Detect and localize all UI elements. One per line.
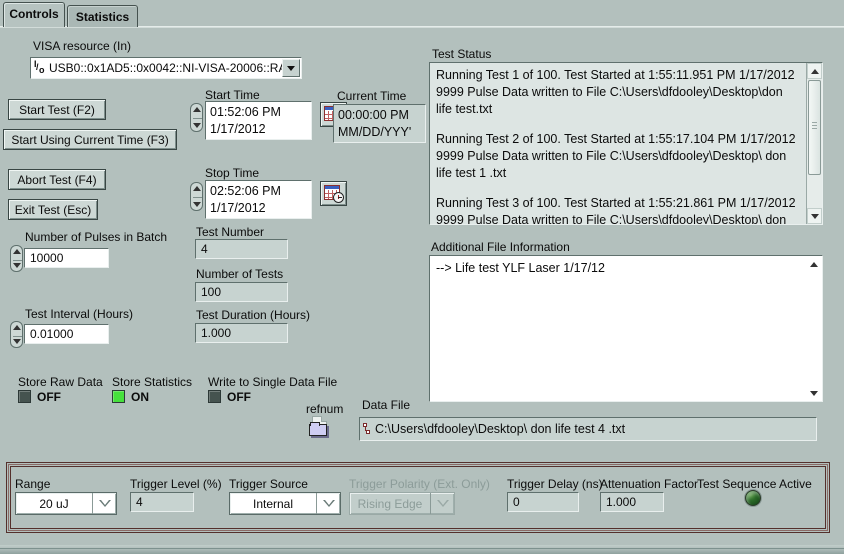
- visa-resource-value: USB0::0x1AD5::0x0042::NI-VISA-20006::RAW: [46, 61, 282, 75]
- data-file-path-field[interactable]: C:\Users\dfdooley\Desktop\ don life test…: [359, 417, 817, 441]
- labview-front-panel: { "tabs": { "controls": "Controls", "sta…: [0, 0, 844, 554]
- current-time-value: 00:00:00 PM: [338, 107, 425, 124]
- data-file-path-value: C:\Users\dfdooley\Desktop\ don life test…: [375, 422, 625, 436]
- range-label: Range: [15, 477, 50, 491]
- store-statistics-toggle[interactable]: [112, 390, 125, 403]
- test-interval-label: Test Interval (Hours): [25, 307, 133, 321]
- additional-info-text: --> Life test YLF Laser 1/17/12: [430, 256, 806, 401]
- store-raw-data-label: Store Raw Data: [18, 375, 103, 389]
- tab-statistics[interactable]: Statistics: [67, 5, 138, 27]
- stop-time-value: 02:52:06 PM: [210, 183, 311, 200]
- stop-time-label: Stop Time: [205, 166, 259, 180]
- scrollbar-thumb[interactable]: [808, 80, 821, 175]
- chevron-down-icon: [99, 500, 111, 507]
- chevron-down-icon: [437, 500, 449, 507]
- test-interval-spinner[interactable]: [10, 321, 23, 348]
- number-of-tests-label: Number of Tests: [196, 267, 283, 281]
- test-sequence-active-label: Test Sequence Active: [697, 477, 812, 491]
- stop-time-spinner[interactable]: [190, 182, 203, 211]
- scroll-up-icon[interactable]: [807, 63, 822, 79]
- attenuation-factor-field[interactable]: 1.000: [600, 492, 664, 512]
- trigger-source-dropdown[interactable]: Internal: [229, 492, 341, 515]
- current-time-field: 00:00:00 PM MM/DD/YYY': [333, 104, 426, 143]
- trigger-polarity-label: Trigger Polarity (Ext. Only): [349, 477, 490, 491]
- status-entry: Running Test 1 of 100. Test Started at 1…: [436, 67, 802, 118]
- trigger-delay-field[interactable]: 0: [507, 492, 579, 512]
- test-status-text: Running Test 1 of 100. Test Started at 1…: [430, 63, 806, 224]
- current-time-label: Current Time: [337, 89, 406, 103]
- trigger-delay-label: Trigger Delay (ns): [507, 477, 603, 491]
- stop-date-value: 1/17/2012: [210, 200, 311, 217]
- test-status-box[interactable]: Running Test 1 of 100. Test Started at 1…: [429, 62, 823, 225]
- start-test-button[interactable]: Start Test (F2): [8, 99, 106, 120]
- start-time-value: 01:52:06 PM: [210, 104, 311, 121]
- current-date-value: MM/DD/YYY': [338, 124, 425, 141]
- start-time-label: Start Time: [205, 88, 260, 102]
- trigger-level-field[interactable]: 4: [130, 492, 194, 512]
- tab-controls[interactable]: Controls: [3, 2, 65, 27]
- visa-resource-combo[interactable]: I/o USB0::0x1AD5::0x0042::NI-VISA-20006:…: [30, 57, 302, 79]
- scroll-up-icon[interactable]: [806, 256, 822, 272]
- window-bottom-strip: [0, 545, 844, 554]
- start-current-time-button[interactable]: Start Using Current Time (F3): [3, 129, 177, 150]
- store-statistics-state: ON: [131, 390, 149, 404]
- write-single-file-state: OFF: [227, 390, 251, 404]
- number-of-tests-field: 100: [195, 282, 288, 302]
- trigger-polarity-dropdown: Rising Edge: [349, 492, 455, 515]
- range-value: 20 uJ: [16, 493, 92, 514]
- pulses-in-batch-spinner[interactable]: [10, 245, 23, 272]
- data-file-label: Data File: [362, 398, 410, 412]
- test-status-scrollbar[interactable]: [806, 63, 822, 224]
- test-interval-field[interactable]: 0.01000: [24, 324, 109, 344]
- attenuation-factor-label: Attenuation Factor: [600, 477, 698, 491]
- stop-time-calendar-button[interactable]: [320, 181, 347, 206]
- start-time-spinner[interactable]: [190, 103, 203, 132]
- trigger-source-dropdown-button[interactable]: [316, 493, 340, 514]
- chevron-down-icon: [287, 66, 295, 71]
- write-single-file-label: Write to Single Data File: [208, 375, 337, 389]
- range-dropdown-button[interactable]: [92, 493, 116, 514]
- test-sequence-active-led: [745, 490, 761, 506]
- refnum-label: refnum: [306, 402, 343, 416]
- store-statistics-label: Store Statistics: [112, 375, 192, 389]
- additional-info-label: Additional File Information: [431, 240, 570, 254]
- trigger-polarity-value: Rising Edge: [350, 493, 430, 514]
- io-icon: I/o: [33, 60, 46, 76]
- visa-dropdown-button[interactable]: [282, 59, 300, 77]
- write-single-file-toggle[interactable]: [208, 390, 221, 403]
- test-duration-field: 1.000: [195, 323, 288, 343]
- start-date-value: 1/17/2012: [210, 121, 311, 138]
- file-refnum-icon[interactable]: [309, 416, 333, 442]
- scroll-down-icon[interactable]: [807, 208, 822, 224]
- store-raw-data-toggle[interactable]: [18, 390, 31, 403]
- exit-test-button[interactable]: Exit Test (Esc): [8, 199, 98, 220]
- test-status-label: Test Status: [432, 47, 491, 61]
- scroll-down-icon[interactable]: [806, 385, 822, 401]
- range-dropdown[interactable]: 20 uJ: [15, 492, 117, 515]
- clock-icon: [333, 192, 344, 203]
- store-raw-data-state: OFF: [37, 390, 61, 404]
- test-number-label: Test Number: [196, 225, 264, 239]
- trigger-level-label: Trigger Level (%): [130, 477, 222, 491]
- status-entry: Running Test 3 of 100. Test Started at 1…: [436, 195, 802, 224]
- trigger-source-label: Trigger Source: [229, 477, 308, 491]
- status-entry: Running Test 2 of 100. Test Started at 1…: [436, 131, 802, 182]
- visa-resource-label: VISA resource (In): [33, 39, 131, 53]
- chevron-down-icon: [323, 500, 335, 507]
- trigger-settings-panel: Range 20 uJ Trigger Level (%) 4 Trigger …: [6, 462, 830, 533]
- trigger-polarity-dropdown-button: [430, 493, 454, 514]
- additional-info-scrollbar[interactable]: [806, 256, 822, 401]
- path-icon: [363, 422, 373, 436]
- test-duration-label: Test Duration (Hours): [196, 308, 310, 322]
- test-number-field: 4: [195, 239, 288, 259]
- pulses-in-batch-field[interactable]: 10000: [24, 248, 109, 268]
- trigger-source-value: Internal: [230, 493, 316, 514]
- additional-info-box[interactable]: --> Life test YLF Laser 1/17/12: [429, 255, 823, 402]
- pulses-in-batch-label: Number of Pulses in Batch: [25, 230, 167, 244]
- start-time-field[interactable]: 01:52:06 PM 1/17/2012: [205, 101, 312, 140]
- abort-test-button[interactable]: Abort Test (F4): [8, 169, 106, 190]
- stop-time-field[interactable]: 02:52:06 PM 1/17/2012: [205, 180, 312, 219]
